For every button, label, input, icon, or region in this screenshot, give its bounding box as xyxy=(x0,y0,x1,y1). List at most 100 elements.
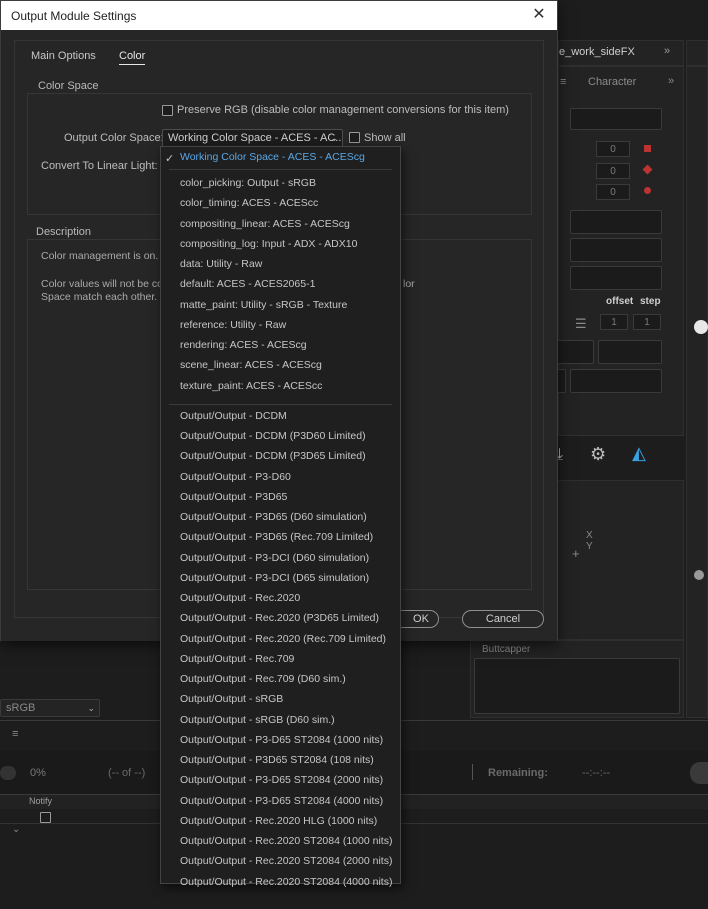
show-all-checkbox[interactable] xyxy=(349,132,360,143)
numeric-field[interactable]: 0 xyxy=(596,141,630,157)
preserve-rgb-checkbox[interactable] xyxy=(162,105,173,116)
title-bar: Output Module Settings ✕ xyxy=(1,1,557,30)
menu-item[interactable]: Output/Output - P3-D65 ST2084 (1000 nits… xyxy=(180,734,383,746)
description-text: Space match each other. xyxy=(41,291,158,303)
preserve-rgb-label[interactable]: Preserve RGB (disable color management c… xyxy=(177,104,509,116)
menu-item[interactable]: Output/Output - DCDM xyxy=(180,410,287,422)
menu-item[interactable]: reference: Utility - Raw xyxy=(180,319,286,331)
circle-icon xyxy=(694,320,708,334)
description-text: Color values will not be co xyxy=(41,278,163,290)
output-color-space-value: Working Color Space - ACES - AC... xyxy=(168,132,343,144)
far-right-header xyxy=(686,40,708,66)
menu-item[interactable]: Output/Output - P3D65 (Rec.709 Limited) xyxy=(180,531,373,543)
divider xyxy=(472,764,473,780)
color-space-group-label: Color Space xyxy=(36,80,101,92)
menu-item[interactable]: Output/Output - sRGB xyxy=(180,693,283,705)
cancel-button[interactable]: Cancel xyxy=(462,610,544,628)
xy-label: Y xyxy=(586,541,593,552)
menu-item[interactable]: compositing_log: Input - ADX - ADX10 xyxy=(180,238,357,250)
menu-item[interactable]: data: Utility - Raw xyxy=(180,258,262,270)
render-button[interactable] xyxy=(690,762,708,784)
chevron-down-icon[interactable]: ⌄ xyxy=(12,824,20,835)
menu-item[interactable]: Output/Output - P3D65 ST2084 (108 nits) xyxy=(180,754,374,766)
queue-menu-icon[interactable]: ≡ xyxy=(12,728,18,740)
panel-expand-icon[interactable]: » xyxy=(664,45,670,57)
menu-item-selected[interactable]: Working Color Space - ACES - ACEScg xyxy=(180,151,365,163)
menu-item[interactable]: Output/Output - DCDM (P3D60 Limited) xyxy=(180,430,366,442)
text-field[interactable] xyxy=(598,340,662,364)
panel-title[interactable]: e_work_sideFX xyxy=(559,46,635,58)
menu-item[interactable]: Output/Output - Rec.709 (D60 sim.) xyxy=(180,673,346,685)
text-field[interactable] xyxy=(570,210,662,234)
description-group-label: Description xyxy=(34,226,94,238)
gear-icon[interactable]: ⚙ xyxy=(590,444,606,465)
panel-expand-icon[interactable]: » xyxy=(668,75,674,87)
menu-item[interactable]: Output/Output - sRGB (D60 sim.) xyxy=(180,714,335,726)
square-icon xyxy=(644,145,651,152)
menu-item[interactable]: Output/Output - Rec.2020 ST2084 (1000 ni… xyxy=(180,835,392,847)
output-color-space-menu: ✓ Working Color Space - ACES - ACEScg co… xyxy=(160,146,401,888)
menu-item[interactable]: Output/Output - Rec.2020 xyxy=(180,592,300,604)
numeric-field[interactable]: 0 xyxy=(596,184,630,200)
menu-item[interactable]: Output/Output - P3D65 (D60 simulation) xyxy=(180,511,367,523)
checkmark-icon: ✓ xyxy=(165,153,175,165)
numeric-field[interactable]: 0 xyxy=(596,163,630,179)
panel-menu-icon[interactable]: ≡ xyxy=(560,76,566,88)
menu-item[interactable]: Output/Output - P3-D65 ST2084 (2000 nits… xyxy=(180,774,383,786)
menu-item[interactable]: Output/Output - Rec.2020 (P3D65 Limited) xyxy=(180,612,379,624)
menu-item[interactable]: Output/Output - P3-D60 xyxy=(180,471,291,483)
circle-icon xyxy=(694,570,704,580)
menu-item[interactable]: compositing_linear: ACES - ACEScg xyxy=(180,218,350,230)
dialog-title: Output Module Settings xyxy=(11,9,137,23)
output-color-space-label: Output Color Space: xyxy=(64,132,164,144)
font-field[interactable] xyxy=(570,108,662,130)
buttcapper-tab[interactable]: Buttcapper xyxy=(482,644,530,655)
menu-item[interactable]: Output/Output - Rec.2020 ST2084 (2000 ni… xyxy=(180,855,392,867)
tab-main-options[interactable]: Main Options xyxy=(31,50,96,62)
tab-character[interactable]: Character xyxy=(588,76,636,88)
crosshair-icon: + xyxy=(572,546,580,561)
menu-item[interactable]: Output/Output - Rec.2020 (Rec.709 Limite… xyxy=(180,633,386,645)
step-label: step xyxy=(640,296,661,307)
menu-item[interactable]: scene_linear: ACES - ACEScg xyxy=(180,359,322,371)
offset-label: offset xyxy=(606,296,634,307)
menu-item[interactable]: Output/Output - P3-DCI (D65 simulation) xyxy=(180,572,369,584)
menu-item[interactable]: Output/Output - Rec.709 xyxy=(180,653,294,665)
menu-item[interactable]: Output/Output - Rec.2020 HLG (1000 nits) xyxy=(180,815,377,827)
progress-count: (-- of --) xyxy=(108,767,146,779)
menu-item[interactable]: Output/Output - P3-D65 ST2084 (4000 nits… xyxy=(180,795,383,807)
srgb-select-label: sRGB xyxy=(6,702,36,714)
menu-item[interactable]: matte_paint: Utility - sRGB - Texture xyxy=(180,299,347,311)
menu-item[interactable]: rendering: ACES - ACEScg xyxy=(180,339,307,351)
convert-linear-label: Convert To Linear Light: xyxy=(41,160,158,172)
menu-item[interactable]: Output/Output - P3-DCI (D60 simulation) xyxy=(180,552,369,564)
align-icon[interactable]: ☰ xyxy=(575,316,587,332)
offset-field[interactable]: 1 xyxy=(600,314,628,330)
arrow-tool-icon[interactable]: ◭ xyxy=(632,443,646,464)
menu-item[interactable]: Output/Output - Rec.2020 ST2084 (4000 ni… xyxy=(180,876,392,888)
text-field[interactable] xyxy=(570,266,662,290)
chevron-down-icon: ⌄ xyxy=(330,133,338,143)
progress-percent: 0% xyxy=(30,767,46,779)
srgb-select[interactable]: sRGB ⌄ xyxy=(0,699,100,717)
step-field[interactable]: 1 xyxy=(633,314,661,330)
menu-item[interactable]: texture_paint: ACES - ACEScc xyxy=(180,380,322,392)
notify-checkbox[interactable] xyxy=(40,812,51,823)
buttcapper-area xyxy=(474,658,680,714)
text-field[interactable] xyxy=(570,369,662,393)
circle-icon xyxy=(644,187,651,194)
show-all-label[interactable]: Show all xyxy=(364,132,406,144)
menu-item[interactable]: default: ACES - ACES2065-1 xyxy=(180,278,315,290)
menu-item[interactable]: Output/Output - DCDM (P3D65 Limited) xyxy=(180,450,366,462)
toggle-switch[interactable] xyxy=(0,766,16,780)
remaining-value: --:--:-- xyxy=(582,767,611,779)
menu-item[interactable]: Output/Output - P3D65 xyxy=(180,491,287,503)
close-icon[interactable]: ✕ xyxy=(529,5,549,25)
tab-color[interactable]: Color xyxy=(119,50,146,65)
far-right-panel xyxy=(686,66,708,718)
menu-item[interactable]: color_picking: Output - sRGB xyxy=(180,177,316,189)
text-field[interactable] xyxy=(570,238,662,262)
output-color-space-select[interactable]: Working Color Space - ACES - AC... ⌄ xyxy=(162,129,343,147)
ok-button-label: OK xyxy=(413,613,429,625)
menu-item[interactable]: color_timing: ACES - ACEScc xyxy=(180,197,318,209)
